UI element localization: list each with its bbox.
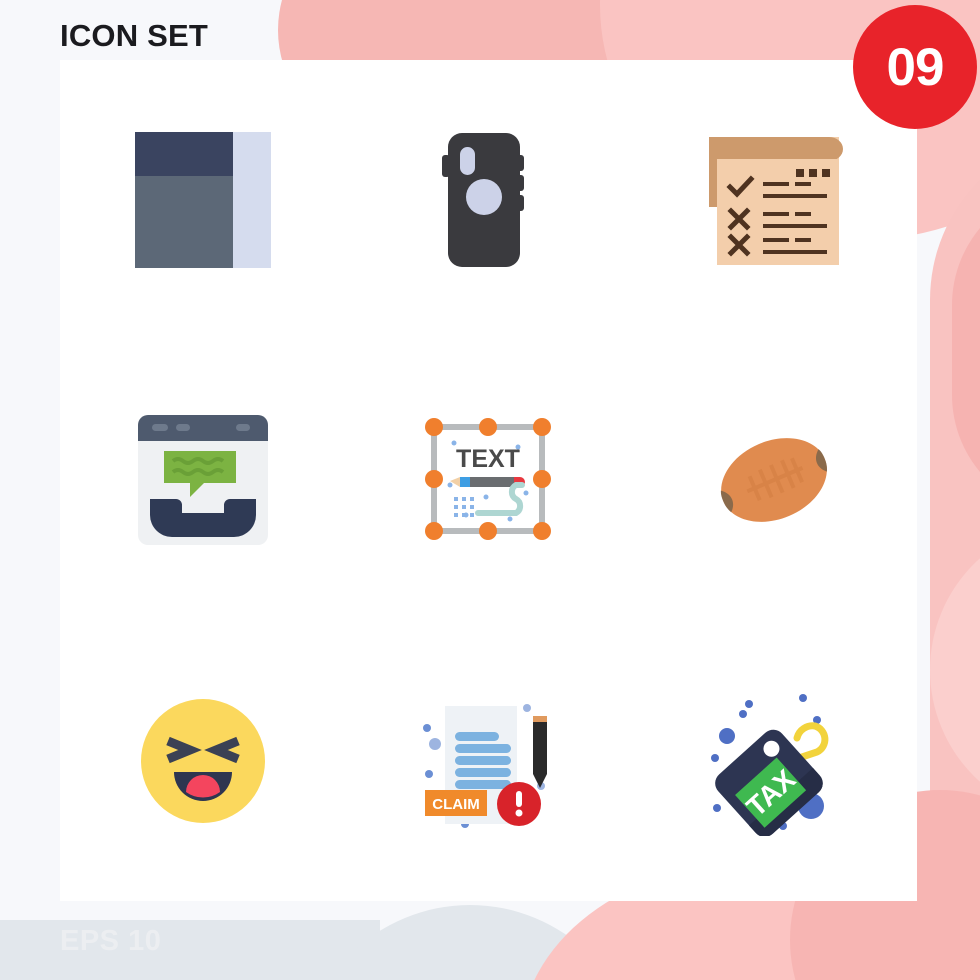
claim-document-icon: CLAIM (423, 703, 548, 828)
laughing-emoji-icon (140, 698, 265, 823)
decorative-blob-pink-right-soft (930, 520, 980, 820)
text-editing-label: TEXT (457, 445, 521, 473)
icon-cell-tax-tag[interactable]: TAX (631, 621, 917, 901)
decorative-blob-pink-right (930, 130, 980, 980)
icon-cell-text-editing[interactable]: TEXT (346, 340, 632, 620)
text-editing-icon: TEXT (425, 418, 552, 541)
page-title: ICON SET (60, 18, 209, 53)
icon-cell-claim-document[interactable]: CLAIM (346, 621, 632, 901)
icon-cell-laughing-emoji[interactable] (60, 621, 346, 901)
decorative-blob-gray-bottom-strip (0, 920, 380, 980)
tax-tag-icon: TAX (711, 693, 829, 836)
decorative-blob-gray-bottom-left (300, 905, 640, 980)
icon-set-poster: ICON SET TEXT CLAIM TAX 09 EPS 10 (0, 0, 980, 980)
icon-cell-football[interactable] (631, 340, 917, 620)
icon-cell-layout-wireframe[interactable] (60, 60, 346, 340)
icon-cell-smartphone[interactable] (346, 60, 632, 340)
eps-version-label: EPS 10 (60, 925, 162, 957)
american-football-icon (721, 438, 828, 523)
icon-grid: TEXT CLAIM TAX (60, 60, 917, 901)
web-chat-support-icon (137, 415, 268, 546)
decorative-blob-pink-right-inner (952, 185, 980, 515)
layout-wireframe-icon (134, 132, 271, 269)
claim-badge-label: CLAIM (433, 796, 481, 813)
checklist-scroll-icon (709, 137, 844, 266)
icon-panel: TEXT CLAIM TAX (60, 60, 917, 901)
smartphone-back-icon (442, 133, 525, 268)
icon-cell-web-chat[interactable] (60, 340, 346, 620)
status-badge: 09 (853, 5, 977, 129)
